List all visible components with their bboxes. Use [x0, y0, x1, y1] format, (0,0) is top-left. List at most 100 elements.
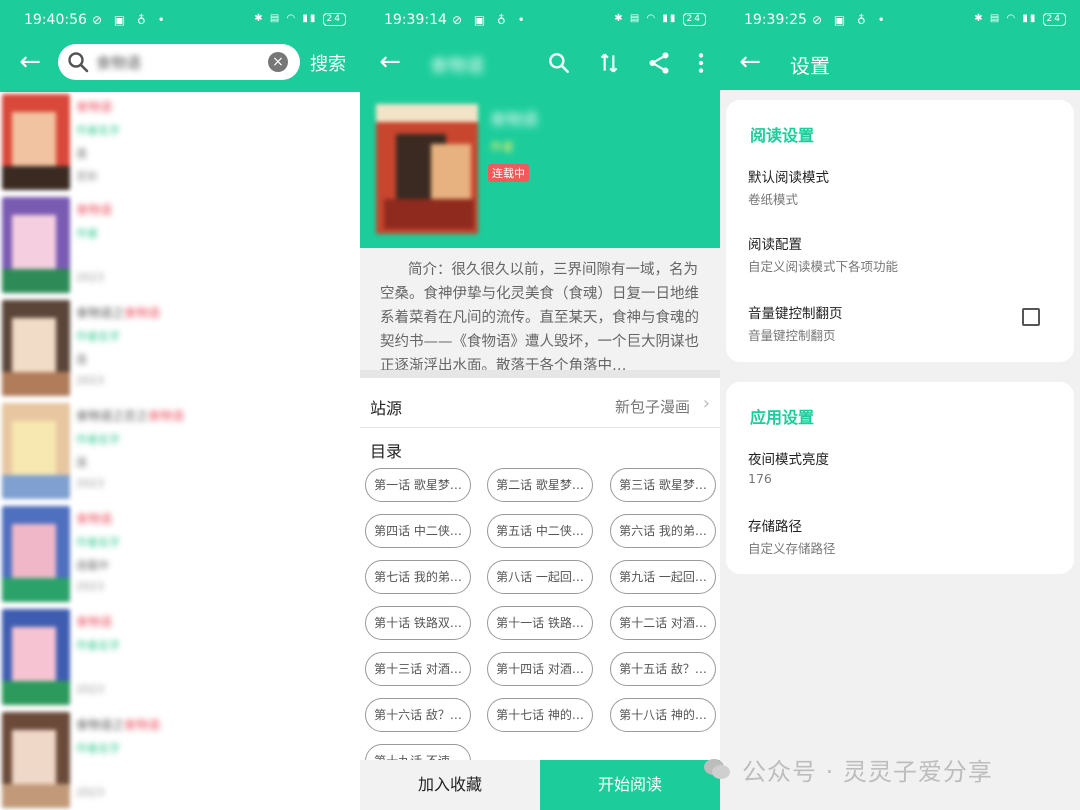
notification-icons: ⊘ ▣ ♁ • [92, 13, 169, 27]
result-cover [2, 506, 70, 602]
search-icon[interactable] [546, 50, 572, 76]
search-icon [68, 52, 89, 73]
battery-icon: 24 [1042, 13, 1066, 26]
search-result-item[interactable]: 食物语作者名字连更新 [0, 92, 360, 195]
chapter-button[interactable]: 第四话 中二侠… [365, 514, 471, 548]
app-settings-card: 应用设置 夜间模式亮度 176 存储路径 自定义存储路径 [726, 382, 1074, 574]
toc-label: 目录 [370, 442, 403, 461]
chapter-button[interactable]: 第二话 歌星梦… [487, 468, 593, 502]
setting-volume-key-page[interactable]: 音量键控制翻页 音量键控制翻页 [748, 302, 843, 344]
battery-icon: 24 [682, 13, 706, 26]
chapter-button[interactable]: 第十四话 对酒… [487, 652, 593, 686]
setting-desc: 176 [748, 471, 772, 486]
search-result-item[interactable]: 食物语 作者名字 2023 [0, 607, 360, 710]
setting-storage-path[interactable]: 存储路径 自定义存储路径 [748, 515, 836, 557]
search-result-item[interactable]: 食物语之恋之食物语 作者名字连 2023 [0, 401, 360, 504]
source-value: 新包子漫画 [614, 398, 690, 416]
status-time: 19:39:25 [744, 12, 807, 28]
back-arrow-icon[interactable]: ← [734, 46, 766, 78]
chapter-button[interactable]: 第十话 铁路双… [365, 606, 471, 640]
chapter-button[interactable]: 第九话 一起回… [610, 560, 716, 594]
setting-desc: 音量键控制翻页 [748, 328, 836, 343]
chapter-button[interactable]: 第十五话 敌？… [610, 652, 716, 686]
wechat-icon [704, 759, 730, 779]
setting-name: 夜间模式亮度 [748, 452, 829, 468]
back-arrow-icon[interactable]: ← [14, 46, 46, 78]
search-result-item[interactable]: 食物语 作者 2023 [0, 195, 360, 298]
start-reading-button[interactable]: 开始阅读 [540, 760, 720, 810]
search-input[interactable]: 食物语 × [58, 44, 300, 80]
more-options-icon[interactable] [688, 50, 714, 76]
page-title: 设置 [790, 54, 830, 78]
comic-name: 食物语 [490, 110, 539, 129]
sort-icon[interactable] [596, 50, 622, 76]
result-author: 作者名字 [76, 433, 120, 446]
status-bar: 19:39:25 ⊘ ▣ ♁ • ✱ ▤ ◠ ▮▮ 24 [720, 0, 1080, 40]
result-author: 作者名字 [76, 124, 120, 137]
result-update: 2023 [76, 374, 104, 387]
volume-key-checkbox[interactable] [1022, 308, 1040, 326]
setting-default-read-mode[interactable]: 默认阅读模式 卷纸模式 [748, 166, 829, 208]
setting-desc: 卷纸模式 [748, 192, 799, 207]
result-update: 2023 [76, 271, 104, 284]
reading-settings-card: 阅读设置 默认阅读模式 卷纸模式 阅读配置 自定义阅读模式下各项功能 音量键控制… [726, 100, 1074, 362]
search-result-item[interactable]: 食物语 作者名字 连载中 2023 [0, 504, 360, 607]
bottom-action-bar: 加入收藏 开始阅读 [360, 760, 720, 810]
reading-settings-heading: 阅读设置 [750, 126, 815, 145]
notification-icons: ⊘ ▣ ♁ • [452, 13, 529, 27]
result-cover [2, 300, 70, 396]
status-bar: 19:40:56 ⊘ ▣ ♁ • ✱ ▤ ◠ ▮▮ 24 [0, 0, 360, 40]
status-bar: 19:39:14 ⊘ ▣ ♁ • ✱ ▤ ◠ ▮▮ 24 [360, 0, 720, 40]
result-status: 连 [76, 353, 87, 366]
chapter-button[interactable]: 第十七话 神的… [487, 698, 593, 732]
chapter-button[interactable]: 第十一话 铁路… [487, 606, 593, 640]
result-author: 作者名字 [76, 742, 120, 755]
battery-icon: 24 [322, 13, 346, 26]
result-update: 2023 [76, 477, 104, 490]
result-update: 2023 [76, 580, 104, 593]
result-update: 2023 [76, 683, 104, 696]
clear-icon[interactable]: × [268, 52, 288, 72]
chapter-button[interactable]: 第一话 歌星梦… [365, 468, 471, 502]
result-author: 作者名字 [76, 330, 120, 343]
source-row[interactable]: 站源 新包子漫画 › [360, 382, 720, 428]
setting-desc: 自定义存储路径 [748, 541, 836, 556]
system-icons: ✱ ▤ ◠ ▮▮ 24 [254, 13, 346, 26]
chapter-button[interactable]: 第十六话 敌？… [365, 698, 471, 732]
result-title: 食物语 [76, 100, 113, 114]
chapter-button[interactable]: 第十八话 神的… [610, 698, 716, 732]
result-cover [2, 197, 70, 293]
chapter-button[interactable]: 第五话 中二侠… [487, 514, 593, 548]
setting-night-brightness[interactable]: 夜间模式亮度 176 [748, 448, 829, 486]
search-results-list: 食物语 作者名字连更新 食物语 作者 2023 食物语之食物语 作者名字连 2023 食物语之恋… [0, 92, 360, 810]
result-status: 连 [76, 147, 87, 160]
result-title: 食物语之食物语 [76, 306, 161, 320]
chapter-button[interactable]: 第三话 歌星梦… [610, 468, 716, 502]
chapter-button[interactable]: 第十二话 对酒… [610, 606, 716, 640]
search-button[interactable]: 搜索 [310, 50, 346, 76]
result-author: 作者 [76, 227, 98, 240]
watermark-text: 公众号 · 灵灵子爱分享 [742, 758, 993, 786]
status-badge: 连载中 [488, 164, 529, 182]
share-icon[interactable] [646, 50, 672, 76]
result-update: 更新 [76, 170, 98, 183]
add-favorite-button[interactable]: 加入收藏 [360, 760, 540, 810]
comic-summary: 简介：很久很久以前，三界间隙有一域，名为空桑。食神伊挚与化灵美食（食魂）日复一日… [360, 248, 720, 370]
search-result-item[interactable]: 食物语之食物语 作者名字连 2023 [0, 298, 360, 401]
setting-read-config[interactable]: 阅读配置 自定义阅读模式下各项功能 [748, 233, 898, 275]
chapter-button[interactable]: 第七话 我的弟… [365, 560, 471, 594]
result-cover [2, 403, 70, 499]
back-arrow-icon[interactable]: ← [374, 46, 406, 78]
setting-name: 存储路径 [748, 519, 802, 535]
result-status: 连载中 [76, 559, 109, 572]
search-result-item[interactable]: 食物语之食物语 作者名字 2023 [0, 710, 360, 810]
chapter-button[interactable]: 第六话 我的弟… [610, 514, 716, 548]
result-cover [2, 94, 70, 190]
result-status: 连 [76, 456, 87, 469]
chapter-button[interactable]: 第十三话 对酒… [365, 652, 471, 686]
settings-screen: 19:39:25 ⊘ ▣ ♁ • ✱ ▤ ◠ ▮▮ 24 ← 设置 阅读设置 默… [720, 0, 1080, 810]
chapter-button[interactable]: 第八话 一起回… [487, 560, 593, 594]
source-label: 站源 [370, 399, 403, 418]
comic-cover [376, 104, 478, 234]
result-cover [2, 712, 70, 808]
